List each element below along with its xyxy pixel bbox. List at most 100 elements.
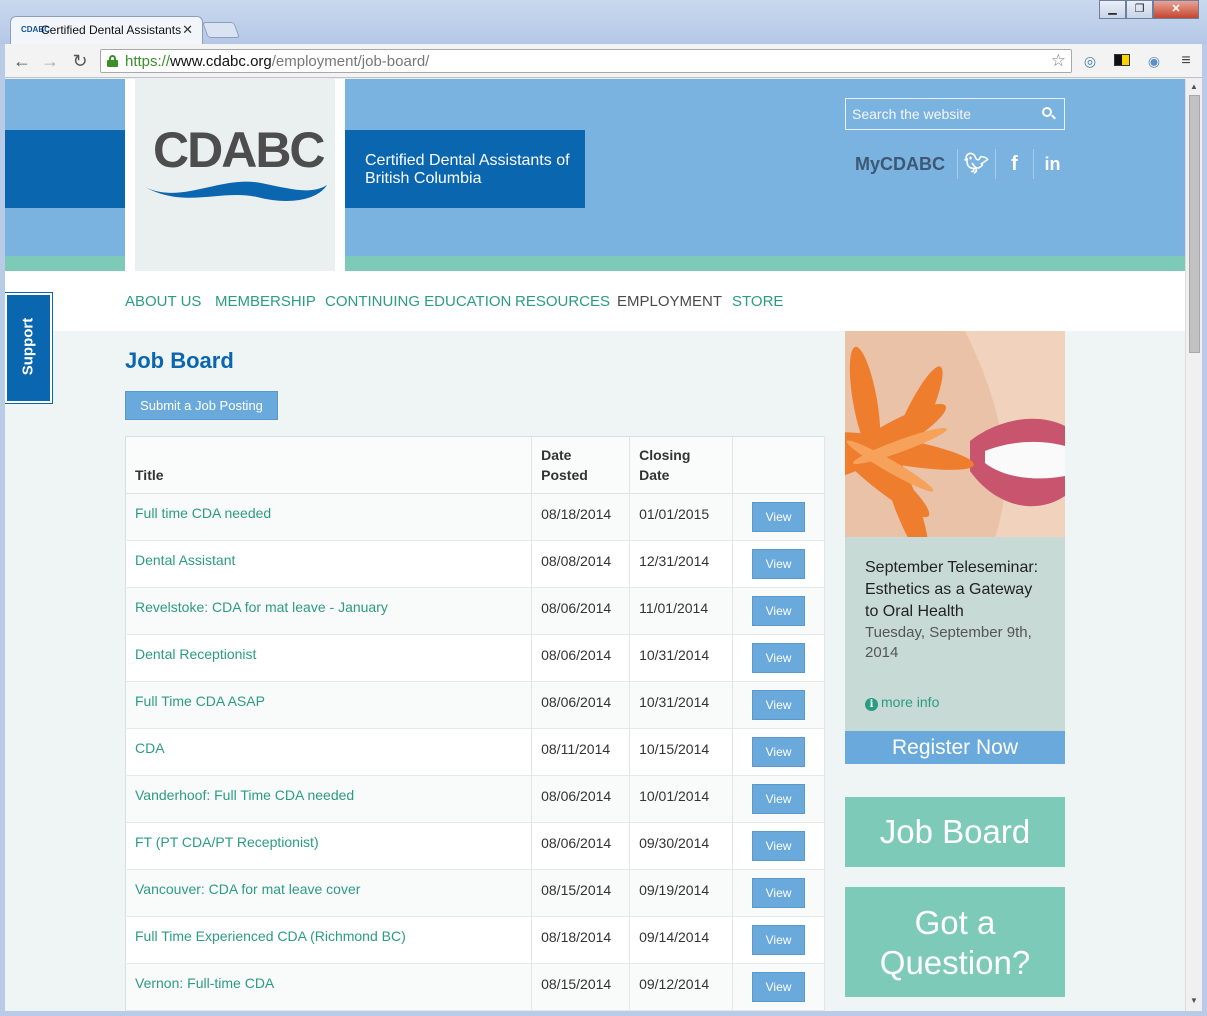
maximize-icon[interactable]: ❐: [1126, 0, 1153, 19]
page-viewport: CDABC Certified Dental Assistants of Bri…: [5, 79, 1185, 1011]
job-title-link[interactable]: Full time CDA needed: [125, 493, 533, 541]
close-window-icon[interactable]: ✕: [1153, 0, 1199, 19]
minimize-icon[interactable]: ▁: [1099, 0, 1126, 19]
browser-tab[interactable]: CDABC Certified Dental Assistants ✕: [10, 16, 203, 44]
new-tab-button[interactable]: [202, 22, 240, 38]
window-border-bottom: [0, 1011, 1207, 1016]
site-header: CDABC Certified Dental Assistants of Bri…: [5, 79, 1185, 271]
more-info-link[interactable]: i more info: [865, 694, 939, 711]
closing-date: 09/30/2014: [629, 822, 734, 870]
nav-store[interactable]: STORE: [732, 293, 783, 310]
linkedin-icon[interactable]: in: [1033, 149, 1071, 179]
closing-date: 11/01/2014: [629, 587, 734, 635]
date-posted: 08/06/2014: [531, 681, 631, 729]
nav-resources[interactable]: RESOURCES: [515, 293, 610, 310]
menu-icon[interactable]: ≡: [1176, 52, 1196, 70]
job-table-body: Full time CDA needed 08/18/2014 01/01/2015…: [125, 493, 825, 1011]
closing-date: 10/01/2014: [629, 775, 734, 823]
nav-about-us[interactable]: ABOUT US: [125, 293, 201, 310]
tab-title: Certified Dental Assistants: [41, 23, 181, 37]
view-cell: View: [732, 728, 825, 776]
job-title-link[interactable]: Vanderhoof: Full Time CDA needed: [125, 775, 533, 823]
table-row: Full time CDA needed 08/18/2014 01/01/2015…: [125, 493, 825, 541]
logo: CDABC: [135, 79, 335, 271]
date-posted: 08/15/2014: [531, 963, 631, 1011]
view-button[interactable]: View: [752, 549, 806, 579]
view-button[interactable]: View: [752, 737, 806, 767]
view-cell: View: [732, 540, 825, 588]
job-title-link[interactable]: Vernon: Full-time CDA: [125, 963, 533, 1011]
closing-date: 09/12/2014: [629, 963, 734, 1011]
scroll-up-icon[interactable]: ▲: [1190, 82, 1198, 91]
view-button[interactable]: View: [752, 784, 806, 814]
job-board-tile[interactable]: Job Board: [845, 797, 1065, 867]
closing-date: 01/01/2015: [629, 493, 734, 541]
table-row: Revelstoke: CDA for mat leave - January 0…: [125, 587, 825, 635]
view-button[interactable]: View: [752, 502, 806, 532]
support-tab[interactable]: Support: [5, 292, 53, 404]
lock-icon: [107, 55, 118, 67]
bookmark-star-icon[interactable]: ☆: [1051, 51, 1066, 71]
date-posted: 08/06/2014: [531, 634, 631, 682]
view-button[interactable]: View: [752, 925, 806, 955]
closing-date: 09/19/2014: [629, 869, 734, 917]
column-header-closing-date: Closing Date: [629, 436, 734, 494]
close-tab-icon[interactable]: ✕: [182, 22, 193, 38]
table-row: Dental Assistant 08/08/2014 12/31/2014 View: [125, 540, 825, 588]
site-search: [845, 98, 1065, 130]
job-title-link[interactable]: Revelstoke: CDA for mat leave - January: [125, 587, 533, 635]
view-button[interactable]: View: [752, 643, 806, 673]
date-posted: 08/06/2014: [531, 775, 631, 823]
promo-event: September Teleseminar: Esthetics as a Ga…: [845, 537, 1065, 731]
view-button[interactable]: View: [752, 596, 806, 626]
nav-employment[interactable]: EMPLOYMENT: [617, 293, 722, 310]
table-row: Dental Receptionist 08/06/2014 10/31/2014 V…: [125, 634, 825, 682]
address-bar[interactable]: https://www.cdabc.org/employment/job-boa…: [100, 49, 1072, 73]
mycdabc-link[interactable]: MyCDABC: [855, 154, 957, 175]
facebook-icon[interactable]: f: [995, 149, 1033, 179]
date-posted: 08/06/2014: [531, 822, 631, 870]
extension-swirl-icon[interactable]: ◎: [1080, 52, 1100, 70]
view-button[interactable]: View: [752, 878, 806, 908]
page-scrollbar[interactable]: ▲ ▼: [1185, 79, 1202, 1011]
job-title-link[interactable]: FT (PT CDA/PT Receptionist): [125, 822, 533, 870]
search-input[interactable]: [846, 99, 1036, 129]
promo-image[interactable]: [845, 331, 1065, 537]
reload-icon[interactable]: ↻: [70, 51, 90, 72]
smile-flower-image: [845, 331, 1065, 537]
logo-link[interactable]: CDABC: [125, 79, 345, 271]
forward-arrow-icon[interactable]: →: [40, 51, 60, 72]
got-a-question-tile[interactable]: Got a Question?: [845, 887, 1065, 997]
submit-job-posting-button[interactable]: Submit a Job Posting: [125, 391, 278, 420]
camera-icon[interactable]: ◉: [1144, 52, 1164, 70]
job-title-link[interactable]: Full Time Experienced CDA (Richmond BC): [125, 916, 533, 964]
job-title-link[interactable]: Full Time CDA ASAP: [125, 681, 533, 729]
date-posted: 08/15/2014: [531, 869, 631, 917]
search-icon[interactable]: [1042, 107, 1056, 121]
view-cell: View: [732, 681, 825, 729]
nav-continuing-education[interactable]: CONTINUING EDUCATION: [325, 293, 511, 310]
back-arrow-icon[interactable]: ←: [12, 51, 32, 72]
table-row: Full Time CDA ASAP 08/06/2014 10/31/2014 Vi…: [125, 681, 825, 729]
view-button[interactable]: View: [752, 831, 806, 861]
view-button[interactable]: View: [752, 972, 806, 1002]
org-name: Certified Dental Assistants of British C…: [365, 152, 570, 187]
url-text: https://www.cdabc.org/employment/job-boa…: [125, 53, 430, 70]
date-posted: 08/18/2014: [531, 493, 631, 541]
job-title-link[interactable]: Vancouver: CDA for mat leave cover: [125, 869, 533, 917]
view-cell: View: [732, 775, 825, 823]
job-title-link[interactable]: Dental Receptionist: [125, 634, 533, 682]
register-now-button[interactable]: Register Now: [845, 731, 1065, 764]
nav-membership[interactable]: MEMBERSHIP: [215, 293, 316, 310]
job-title-link[interactable]: CDA: [125, 728, 533, 776]
scrollbar-thumb[interactable]: [1189, 95, 1200, 353]
job-title-link[interactable]: Dental Assistant: [125, 540, 533, 588]
twitter-icon[interactable]: 🐦︎: [957, 149, 995, 179]
view-button[interactable]: View: [752, 690, 806, 720]
table-row: FT (PT CDA/PT Receptionist) 08/06/2014 09/…: [125, 822, 825, 870]
scroll-down-icon[interactable]: ▼: [1190, 996, 1198, 1005]
window-border-right: [1202, 44, 1207, 1016]
extension-toggle-icon[interactable]: [1112, 52, 1132, 70]
date-posted: 08/11/2014: [531, 728, 631, 776]
logo-wave-icon: [145, 181, 327, 201]
